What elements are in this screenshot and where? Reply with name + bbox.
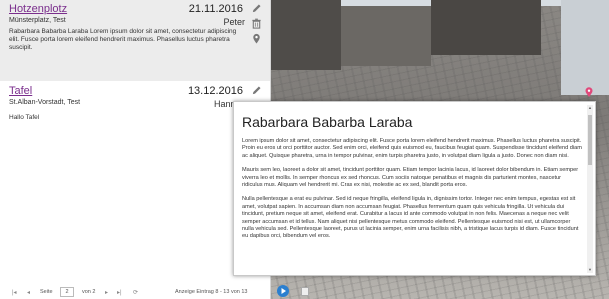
first-page-icon[interactable]: |◂ <box>12 289 17 296</box>
item-title-link[interactable]: Tafel <box>9 85 32 97</box>
popup-paragraph: Nulla pellentesque a erat eu pulvinar. S… <box>242 196 579 240</box>
page-number-input[interactable]: 2 <box>60 287 74 297</box>
page-total: von 2 <box>82 289 96 295</box>
scrollbar-thumb[interactable] <box>588 115 592 165</box>
detail-popup: Rabarbara Babarba Laraba Lorem ipsum dol… <box>233 101 596 276</box>
item-date: 21.11.2016 <box>188 3 243 15</box>
page-label: Seite <box>40 289 53 295</box>
scroll-down-icon[interactable]: ▼ <box>587 267 593 273</box>
pagination-bar: |◂ ◂ Seite 2 von 2 ▸ ▸| ⟳ Anzeige Eintra… <box>0 286 270 299</box>
item-person: Peter <box>223 17 245 27</box>
prev-page-icon[interactable]: ◂ <box>27 289 30 296</box>
pencil-icon[interactable] <box>251 85 262 96</box>
play-icon <box>281 288 286 294</box>
map-marker-icon[interactable] <box>585 87 593 97</box>
map-control-button[interactable] <box>301 287 309 296</box>
item-address: Münsterplatz, Test <box>9 17 66 24</box>
last-page-icon[interactable]: ▸| <box>117 289 122 296</box>
trash-icon[interactable] <box>251 18 262 29</box>
map-pin-icon[interactable] <box>251 33 262 44</box>
list-item[interactable]: Tafel 13.12.2016 St.Alban-Vorstadt, Test… <box>0 82 270 142</box>
item-description: Rabarbara Babarba Laraba Lorem ipsum dol… <box>9 28 237 51</box>
play-button[interactable] <box>277 285 289 297</box>
list-item[interactable]: Hotzenplotz 21.11.2016 Münsterplatz, Tes… <box>0 0 270 81</box>
item-title-link[interactable]: Hotzenplotz <box>9 3 67 15</box>
popup-body: Lorem ipsum dolor sit amet, consectetur … <box>242 138 582 248</box>
building-middle <box>341 6 431 66</box>
popup-paragraph: Lorem ipsum dolor sit amet, consectetur … <box>242 138 582 159</box>
item-date: 13.12.2016 <box>187 85 243 97</box>
building-right <box>431 0 541 55</box>
building-left <box>271 0 341 70</box>
item-address: St.Alban-Vorstadt, Test <box>9 99 81 106</box>
item-description: Hallo Tafel <box>9 114 40 121</box>
popup-title: Rabarbara Babarba Laraba <box>242 114 413 130</box>
scroll-up-icon[interactable]: ▲ <box>587 105 593 111</box>
pencil-icon[interactable] <box>251 3 262 14</box>
entry-list-panel: Hotzenplotz 21.11.2016 Münsterplatz, Tes… <box>0 0 271 299</box>
sky-right <box>561 0 609 95</box>
next-page-icon[interactable]: ▸ <box>105 289 108 296</box>
popup-paragraph: Mauris sem leo, laoreet a dolor sit amet… <box>242 167 579 189</box>
pager-info: Anzeige Eintrag 8 - 13 von 13 <box>175 289 248 295</box>
popup-scrollbar[interactable]: ▲ ▼ <box>587 105 593 273</box>
refresh-icon[interactable]: ⟳ <box>133 289 138 296</box>
